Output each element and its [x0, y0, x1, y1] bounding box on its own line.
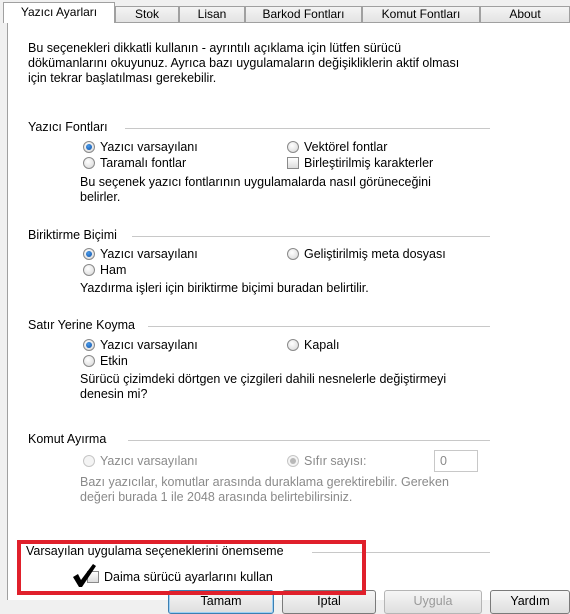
apply-button[interactable]: Uygula [384, 590, 482, 614]
substitution-default-label[interactable]: Yazıcı varsayılanı [100, 338, 198, 353]
substitution-off-radio[interactable] [287, 339, 299, 351]
tab-command-fonts[interactable]: Komut Fontları [362, 6, 480, 22]
zero-count-input[interactable]: 0 [434, 450, 478, 472]
tab-strip: Yazıcı Ayarları Stok Lisan Barkod Fontla… [0, 0, 570, 23]
spool-raw-label[interactable]: Ham [100, 263, 126, 278]
highlight-box [17, 540, 366, 595]
spool-enhanced-metafile-radio[interactable] [287, 248, 299, 260]
command-sep-default-label[interactable]: Yazıcı varsayılanı [100, 454, 198, 469]
printer-fonts-desc-2: belirler. [80, 190, 121, 204]
spool-format-desc: Yazdırma işleri için biriktirme biçimi b… [80, 281, 369, 295]
tab-barcode-fonts[interactable]: Barkod Fontları [245, 6, 362, 22]
line-substitution-separator [148, 326, 490, 327]
spool-default-label[interactable]: Yazıcı varsayılanı [100, 247, 198, 262]
printer-fonts-raster-radio[interactable] [83, 157, 95, 169]
command-sep-default-radio[interactable] [83, 455, 95, 467]
command-sep-zero-count-radio[interactable] [287, 455, 299, 467]
merged-characters-checkbox[interactable] [287, 157, 299, 169]
help-button[interactable]: Yardım [490, 590, 570, 614]
tab-about[interactable]: About [480, 6, 570, 22]
printer-fonts-default-radio[interactable] [83, 141, 95, 153]
substitution-desc-2: denesin mi? [80, 387, 148, 401]
printer-fonts-raster-label[interactable]: Taramalı fontlar [100, 156, 186, 171]
tab-stock[interactable]: Stok [115, 6, 179, 22]
spool-format-title: Biriktirme Biçimi [28, 228, 117, 242]
intro-line-1: Bu seçenekleri dikkatli kullanın - ayrın… [28, 41, 402, 55]
printer-fonts-separator [125, 128, 490, 129]
spool-raw-radio[interactable] [83, 264, 95, 276]
line-substitution-title: Satır Yerine Koyma [28, 318, 136, 332]
command-sep-desc-2: değeri burada 1 ile 2048 arasında belirt… [80, 490, 353, 504]
intro-line-2: dökümanlarını okuyunuz. Ayrıca bazı uygu… [28, 56, 460, 70]
checkmark-icon [73, 564, 96, 587]
substitution-default-radio[interactable] [83, 339, 95, 351]
merged-characters-label[interactable]: Birleştirilmiş karakterler [304, 156, 433, 171]
substitution-desc-1: Sürücü çizimdeki dörtgen ve çizgileri da… [80, 372, 447, 386]
substitution-off-label[interactable]: Kapalı [304, 338, 339, 353]
spool-format-separator [132, 236, 490, 237]
printer-fonts-default-label[interactable]: Yazıcı varsayılanı [100, 140, 198, 155]
command-separation-separator [128, 440, 490, 441]
printer-fonts-vector-label[interactable]: Vektörel fontlar [304, 140, 387, 155]
printer-fonts-vector-radio[interactable] [287, 141, 299, 153]
command-separation-title: Komut Ayırma [28, 432, 107, 446]
tab-language[interactable]: Lisan [179, 6, 245, 22]
substitution-on-label[interactable]: Etkin [100, 354, 128, 369]
spool-default-radio[interactable] [83, 248, 95, 260]
printer-fonts-desc-1: Bu seçenek yazıcı fontlarının uygulamala… [80, 175, 431, 189]
command-sep-desc-1: Bazı yazıcılar, komutlar arasında durakl… [80, 475, 449, 489]
spool-enhanced-metafile-label[interactable]: Geliştirilmiş meta dosyası [304, 247, 446, 262]
tab-printer-settings[interactable]: Yazıcı Ayarları [3, 2, 115, 23]
intro-line-3: için tekrar başlatılması gerekebilir. [28, 71, 217, 85]
substitution-on-radio[interactable] [83, 355, 95, 367]
command-sep-zero-count-label[interactable]: Sıfır sayısı: [304, 454, 367, 469]
printer-fonts-title: Yazıcı Fontları [28, 120, 108, 134]
settings-panel [7, 22, 570, 600]
